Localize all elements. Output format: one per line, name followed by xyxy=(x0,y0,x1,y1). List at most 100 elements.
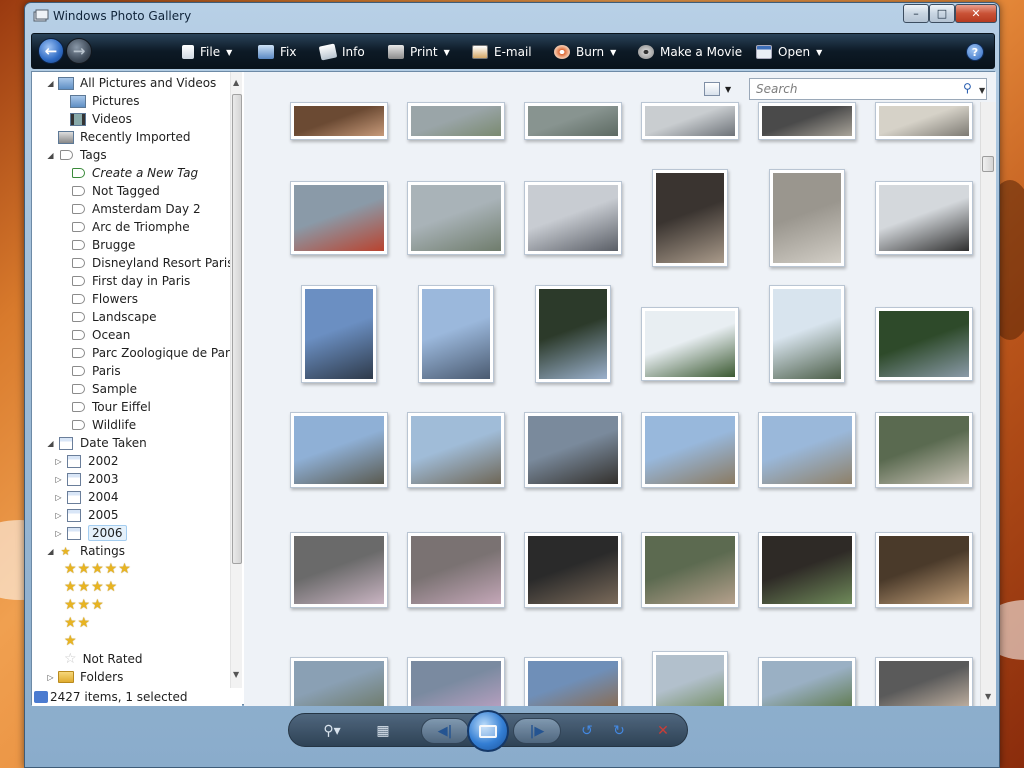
delete-button[interactable]: ✕ xyxy=(651,718,675,744)
open-menu[interactable]: Open ▼ xyxy=(756,34,822,70)
print-menu[interactable]: Print ▼ xyxy=(388,34,450,70)
tag-item[interactable]: Sample xyxy=(58,380,137,398)
tag-item[interactable]: Flowers xyxy=(58,290,138,308)
year-item[interactable]: ▷ 2002 xyxy=(54,452,118,470)
photo-thumbnail-trocadero-1[interactable] xyxy=(290,412,388,488)
scroll-up-icon[interactable]: ▲ xyxy=(233,78,239,87)
year-item[interactable]: ▷ 2005 xyxy=(54,506,118,524)
photo-thumbnail-paris-river[interactable] xyxy=(290,657,388,706)
tag-item[interactable]: Parc Zoologique de Paris xyxy=(58,344,239,362)
photo-thumbnail-arc-ceiling[interactable] xyxy=(769,169,845,267)
photo-thumbnail-park-people[interactable] xyxy=(875,307,973,381)
slideshow-button[interactable] xyxy=(467,710,509,752)
forward-button[interactable]: → xyxy=(66,38,92,64)
photo-thumbnail-paris-aerial[interactable] xyxy=(407,181,505,255)
photo-thumbnail-kids-railing[interactable] xyxy=(524,181,622,255)
chevron-down-icon[interactable]: ▼ xyxy=(979,86,985,95)
photo-thumbnail-spiral-stairs[interactable] xyxy=(652,169,728,267)
search-input[interactable]: Search xyxy=(749,78,987,100)
photo-thumbnail-kids-slide-2[interactable] xyxy=(407,532,505,608)
tag-item[interactable]: Paris xyxy=(58,362,121,380)
rotate-right-button[interactable]: ↻ xyxy=(607,718,631,744)
photo-thumbnail-kids-slide-1[interactable] xyxy=(290,532,388,608)
photo-thumbnail-people-street[interactable] xyxy=(758,102,856,140)
rating-not-rated[interactable]: ☆ Not Rated xyxy=(64,650,143,668)
nav-scrollbar-thumb[interactable] xyxy=(232,94,242,564)
rating-3-stars[interactable]: ★★★ xyxy=(64,596,105,614)
tag-item[interactable]: Disneyland Resort Paris xyxy=(58,254,233,272)
fix-button[interactable]: Fix xyxy=(258,34,296,70)
photo-thumbnail-girl-top[interactable] xyxy=(407,657,505,706)
photo-thumbnail-group-arc[interactable] xyxy=(875,181,973,255)
nav-tags[interactable]: ◢ Tags xyxy=(46,146,106,164)
nav-recently-imported[interactable]: Recently Imported xyxy=(46,128,191,146)
photo-thumbnail-trocadero-2[interactable] xyxy=(641,412,739,488)
rating-5-stars[interactable]: ★★★★★ xyxy=(64,560,132,578)
photo-thumbnail-kids-window[interactable] xyxy=(524,532,622,608)
tag-item[interactable]: Brugge xyxy=(58,236,135,254)
nav-videos[interactable]: Videos xyxy=(58,110,132,128)
minimize-button[interactable]: – xyxy=(903,4,929,23)
scroll-down-icon[interactable]: ▼ xyxy=(233,670,239,679)
photo-thumbnail-city-view[interactable] xyxy=(524,102,622,140)
maximize-button[interactable]: □ xyxy=(929,4,955,23)
year-item[interactable]: ▷ 2003 xyxy=(54,470,118,488)
make-movie-button[interactable]: Make a Movie xyxy=(638,34,742,70)
photo-thumbnail-tower-beams[interactable] xyxy=(524,657,622,706)
year-item-selected[interactable]: ▷ 2006 xyxy=(54,524,127,542)
photo-thumbnail-eiffel-sky[interactable] xyxy=(301,285,377,383)
help-button[interactable]: ? xyxy=(966,43,984,61)
photo-thumbnail-eiffel-far[interactable] xyxy=(641,102,739,140)
tag-item[interactable]: Wildlife xyxy=(58,416,136,434)
scroll-down-icon[interactable]: ▼ xyxy=(985,692,991,701)
photo-thumbnail-boy-tower[interactable] xyxy=(875,657,973,706)
photo-thumbnail-eiffel-clouds[interactable] xyxy=(418,285,494,383)
photo-thumbnail-eiffel-up[interactable] xyxy=(769,285,845,383)
photo-thumbnail-aerial-park[interactable] xyxy=(652,651,728,706)
photo-thumbnail-group-tourists[interactable] xyxy=(875,412,973,488)
rating-2-stars[interactable]: ★★ xyxy=(64,614,91,632)
photo-thumbnail-champ-de-mars[interactable] xyxy=(758,532,856,608)
nav-pictures[interactable]: Pictures xyxy=(58,92,140,110)
photo-thumbnail-crowd-plaza[interactable] xyxy=(407,412,505,488)
year-item[interactable]: ▷ 2004 xyxy=(54,488,118,506)
photo-thumbnail-telescope-family[interactable] xyxy=(290,181,388,255)
tag-item[interactable]: Tour Eiffel xyxy=(58,398,151,416)
chevron-down-icon[interactable]: ▼ xyxy=(725,85,731,94)
email-button[interactable]: E-mail xyxy=(472,34,532,70)
close-button[interactable]: ✕ xyxy=(955,4,997,23)
next-button[interactable]: |▶ xyxy=(513,718,561,744)
burn-menu[interactable]: Burn ▼ xyxy=(554,34,616,70)
tag-item[interactable]: Amsterdam Day 2 xyxy=(58,200,201,218)
photo-thumbnail-eiffel-leg[interactable] xyxy=(641,307,739,381)
tag-item[interactable]: Arc de Triomphe xyxy=(58,218,190,236)
tag-item[interactable]: Not Tagged xyxy=(58,182,160,200)
tag-item[interactable]: Ocean xyxy=(58,326,130,344)
nav-all-pictures[interactable]: ◢ All Pictures and Videos xyxy=(46,74,216,92)
photo-thumbnail-champs-elysees[interactable] xyxy=(407,102,505,140)
nav-date-taken[interactable]: ◢ Date Taken xyxy=(46,434,146,452)
title-bar[interactable]: Windows Photo Gallery – □ ✕ xyxy=(25,3,999,29)
photo-thumbnail-elevator-kid[interactable] xyxy=(875,532,973,608)
photo-thumbnail-arc-detail[interactable] xyxy=(875,102,973,140)
rating-4-stars[interactable]: ★★★★ xyxy=(64,578,118,596)
photo-thumbnail-trocadero-3[interactable] xyxy=(758,412,856,488)
view-toggle-button[interactable] xyxy=(704,82,720,96)
tag-item[interactable]: Landscape xyxy=(58,308,156,326)
nav-folders[interactable]: ▷ Folders xyxy=(46,668,123,686)
create-tag-item[interactable]: Create a New Tag xyxy=(58,164,198,182)
back-button[interactable]: ← xyxy=(38,38,64,64)
nav-ratings[interactable]: ◢ ★ Ratings xyxy=(46,542,125,560)
previous-button[interactable]: ◀| xyxy=(421,718,469,744)
photo-thumbnail-kids-tower[interactable] xyxy=(641,532,739,608)
rotate-left-button[interactable]: ↺ xyxy=(575,718,599,744)
gallery-scrollbar[interactable] xyxy=(980,102,996,706)
gallery-scrollbar-thumb[interactable] xyxy=(982,156,994,172)
search-icon[interactable]: ⚲ xyxy=(963,81,977,95)
photo-thumbnail-aerial-garden[interactable] xyxy=(758,657,856,706)
photo-thumbnail-eiffel-trees[interactable] xyxy=(535,285,611,383)
photo-thumbnail-plaza-shadow[interactable] xyxy=(524,412,622,488)
actual-size-button[interactable]: ▦ xyxy=(371,718,395,744)
rating-1-star[interactable]: ★ xyxy=(64,632,78,650)
photo-thumbnail-eiffel-base[interactable] xyxy=(290,102,388,140)
